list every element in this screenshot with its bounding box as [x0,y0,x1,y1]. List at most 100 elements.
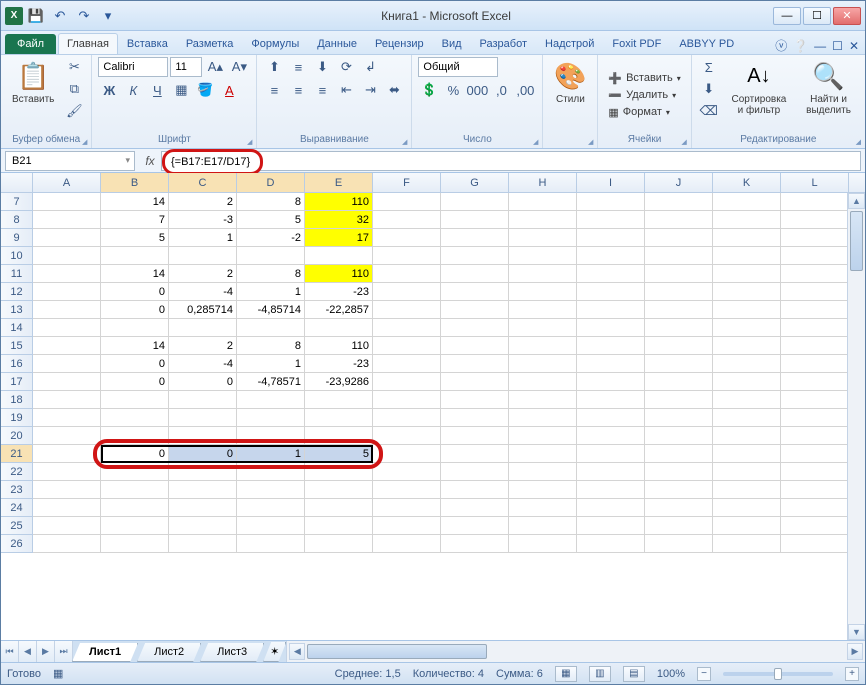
cell-G19[interactable] [441,409,509,427]
cell-C26[interactable] [169,535,237,553]
zoom-in-button[interactable]: + [845,667,859,681]
cell-I12[interactable] [577,283,645,301]
cell-F20[interactable] [373,427,441,445]
scroll-right-button[interactable]: ▶ [847,643,863,660]
cell-E8[interactable]: 32 [305,211,373,229]
cell-B16[interactable]: 0 [101,355,169,373]
inc-decimal-button[interactable]: ,0 [490,80,512,100]
cell-E13[interactable]: -22,2857 [305,301,373,319]
cell-E18[interactable] [305,391,373,409]
format-cells-button[interactable]: ▦Формат▾ [604,105,674,120]
indent-inc-button[interactable]: ⇥ [359,80,381,100]
cell-L21[interactable] [781,445,849,463]
cell-I19[interactable] [577,409,645,427]
sheet-nav-next[interactable]: ▶ [37,641,55,662]
font-name-select[interactable]: Calibri [98,57,168,77]
grid-body[interactable]: 7142811087-3532951-21710111428110120-41-… [1,193,865,640]
cell-L18[interactable] [781,391,849,409]
cell-F21[interactable] [373,445,441,463]
cell-C14[interactable] [169,319,237,337]
cell-L26[interactable] [781,535,849,553]
select-all-corner[interactable] [1,173,33,192]
cell-K23[interactable] [713,481,781,499]
cell-L16[interactable] [781,355,849,373]
cell-K15[interactable] [713,337,781,355]
view-layout-button[interactable]: ▥ [589,666,611,682]
row-header-12[interactable]: 12 [1,283,33,301]
cell-B17[interactable]: 0 [101,373,169,391]
cell-I24[interactable] [577,499,645,517]
close-button[interactable]: ✕ [833,7,861,25]
column-header-L[interactable]: L [781,173,849,192]
column-header-D[interactable]: D [237,173,305,192]
copy-button[interactable]: ⧉ [63,79,85,99]
format-painter-button[interactable]: 🖌 [63,101,85,121]
cell-J9[interactable] [645,229,713,247]
cell-H12[interactable] [509,283,577,301]
tab-data[interactable]: Данные [308,33,366,54]
cell-K18[interactable] [713,391,781,409]
cell-H26[interactable] [509,535,577,553]
row-header-24[interactable]: 24 [1,499,33,517]
cell-D14[interactable] [237,319,305,337]
cell-C18[interactable] [169,391,237,409]
cell-G20[interactable] [441,427,509,445]
font-color-button[interactable]: A [218,80,240,100]
undo-button[interactable]: ↶ [49,5,71,27]
cell-G26[interactable] [441,535,509,553]
cell-L10[interactable] [781,247,849,265]
paste-button[interactable]: 📋 Вставить [7,57,59,108]
cell-F9[interactable] [373,229,441,247]
cell-F22[interactable] [373,463,441,481]
save-button[interactable]: 💾 [25,5,47,27]
cell-K13[interactable] [713,301,781,319]
cell-G13[interactable] [441,301,509,319]
cell-H11[interactable] [509,265,577,283]
column-header-F[interactable]: F [373,173,441,192]
cell-K9[interactable] [713,229,781,247]
cell-K7[interactable] [713,193,781,211]
cell-A20[interactable] [33,427,101,445]
cell-A23[interactable] [33,481,101,499]
cell-B19[interactable] [101,409,169,427]
cell-E16[interactable]: -23 [305,355,373,373]
scroll-left-button[interactable]: ◀ [289,643,305,660]
cell-C17[interactable]: 0 [169,373,237,391]
doc-minimize-icon[interactable]: — [814,39,826,53]
tab-review[interactable]: Рецензир [366,33,433,54]
cell-D17[interactable]: -4,78571 [237,373,305,391]
cell-L24[interactable] [781,499,849,517]
cell-C16[interactable]: -4 [169,355,237,373]
cell-B24[interactable] [101,499,169,517]
cell-G9[interactable] [441,229,509,247]
cell-I11[interactable] [577,265,645,283]
border-button[interactable]: ▦ [170,80,192,100]
cell-J8[interactable] [645,211,713,229]
cell-J10[interactable] [645,247,713,265]
cell-E25[interactable] [305,517,373,535]
formula-input[interactable]: {=B17:E17/D17} [161,151,861,171]
tab-abbyy[interactable]: ABBYY PD [670,33,743,54]
cell-G21[interactable] [441,445,509,463]
cell-H17[interactable] [509,373,577,391]
redo-button[interactable]: ↷ [73,5,95,27]
cell-F12[interactable] [373,283,441,301]
cell-L19[interactable] [781,409,849,427]
font-size-select[interactable]: 11 [170,57,202,77]
cell-I18[interactable] [577,391,645,409]
cell-B21[interactable]: 0 [101,445,169,463]
cell-J12[interactable] [645,283,713,301]
sheet-tab-2[interactable]: Лист2 [137,643,201,662]
cell-F10[interactable] [373,247,441,265]
cell-A9[interactable] [33,229,101,247]
cell-B11[interactable]: 14 [101,265,169,283]
cell-L22[interactable] [781,463,849,481]
cell-G23[interactable] [441,481,509,499]
row-header-10[interactable]: 10 [1,247,33,265]
cell-A13[interactable] [33,301,101,319]
column-header-I[interactable]: I [577,173,645,192]
column-header-K[interactable]: K [713,173,781,192]
cell-J26[interactable] [645,535,713,553]
merge-button[interactable]: ⬌ [383,80,405,100]
cell-K24[interactable] [713,499,781,517]
